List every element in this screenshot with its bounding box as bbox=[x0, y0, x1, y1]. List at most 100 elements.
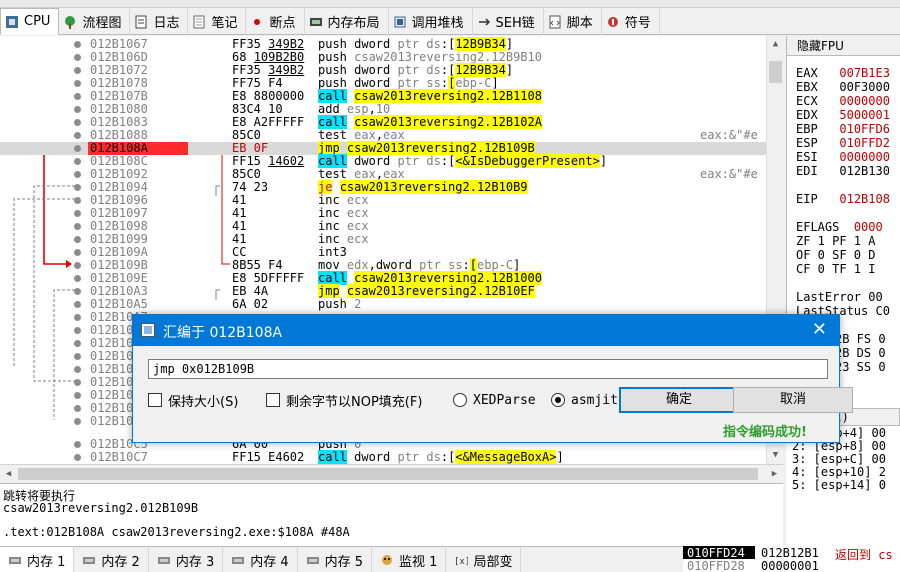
breakpoint-dot[interactable] bbox=[74, 67, 81, 74]
breakpoint-dot[interactable] bbox=[74, 210, 81, 217]
tab-watch-1[interactable]: 监视 1 bbox=[372, 547, 447, 572]
reg-eip[interactable]: EIP 012B108 bbox=[796, 192, 890, 206]
stack-dump-panel[interactable]: 010FFD24 010FFD28 012B12B1 00000001 返回到 … bbox=[683, 546, 900, 572]
last-error[interactable]: LastError 00 bbox=[796, 290, 883, 304]
breakpoint-dot[interactable] bbox=[74, 262, 81, 269]
checkbox-box[interactable] bbox=[148, 393, 162, 407]
breakpoint-dot[interactable] bbox=[74, 223, 81, 230]
tab-graph[interactable]: 流程图 bbox=[59, 8, 131, 35]
tab-label: 符号 bbox=[624, 16, 651, 31]
info-section: .text:012B108A csaw2013reversing2.exe:$1… bbox=[3, 525, 350, 539]
segment-row[interactable]: 2B FS 0 bbox=[835, 332, 886, 346]
memory-icon bbox=[306, 553, 320, 567]
breakpoint-dot[interactable] bbox=[74, 301, 81, 308]
breakpoint-dot[interactable] bbox=[74, 288, 81, 295]
breakpoint-dot[interactable] bbox=[74, 314, 81, 321]
segment-row[interactable]: 23 SS 0 bbox=[835, 360, 886, 374]
reg-eflags[interactable]: EFLAGS 0000 bbox=[796, 220, 883, 234]
reg-edi[interactable]: EDI 012B130 bbox=[796, 164, 890, 178]
flags-row[interactable]: OF 0 SF 0 D bbox=[796, 248, 875, 262]
radio-circle[interactable] bbox=[551, 393, 565, 407]
tab-callstack[interactable]: 调用堆栈 bbox=[389, 8, 473, 35]
breakpoint-dot[interactable] bbox=[74, 418, 81, 425]
breakpoint-dot[interactable] bbox=[74, 454, 81, 461]
reg-edx[interactable]: EDX 5000001 bbox=[796, 108, 890, 122]
segment-row[interactable]: 2B DS 0 bbox=[835, 346, 886, 360]
breakpoint-dot[interactable] bbox=[74, 392, 81, 399]
breakpoint-dot[interactable] bbox=[74, 441, 81, 448]
info-panel: 跳转将要执行 csaw2013reversing2.012B109B .text… bbox=[0, 483, 783, 546]
main-tab-bar: CPU 流程图 日志 笔记 断点 内存布局 调用堆栈 SEH链 脚本 符号 bbox=[0, 8, 900, 35]
breakpoint-dot[interactable] bbox=[74, 405, 81, 412]
breakpoint-dot[interactable] bbox=[74, 197, 81, 204]
stack-arg[interactable]: 5: [esp+14] 0 bbox=[792, 478, 886, 492]
breakpoint-dot[interactable] bbox=[74, 353, 81, 360]
breakpoint-dot[interactable] bbox=[74, 41, 81, 48]
breakpoint-dot[interactable] bbox=[74, 275, 81, 282]
asmjit-radio[interactable]: asmjit bbox=[551, 391, 618, 409]
reg-eax[interactable]: EAX 007B1E3 bbox=[796, 66, 890, 80]
breakpoint-dot[interactable] bbox=[74, 54, 81, 61]
cancel-button[interactable]: 取消 bbox=[733, 387, 853, 413]
breakpoint-dot[interactable] bbox=[74, 106, 81, 113]
seh-icon bbox=[477, 15, 491, 29]
breakpoint-dot[interactable] bbox=[74, 119, 81, 126]
breakpoint-dot[interactable] bbox=[74, 340, 81, 347]
scroll-up-icon[interactable]: ▲ bbox=[767, 36, 783, 53]
breakpoint-dot[interactable] bbox=[74, 145, 81, 152]
tab-cpu[interactable]: CPU bbox=[0, 8, 60, 35]
scroll-left-icon[interactable]: ◀ bbox=[0, 465, 17, 483]
fill-nop-checkbox[interactable]: 剩余字节以NOP填充(F) bbox=[266, 391, 422, 410]
keep-size-checkbox[interactable]: 保持大小(S) bbox=[148, 391, 238, 410]
tab-locals[interactable]: [x] 局部变 bbox=[446, 547, 522, 572]
stack-arg[interactable]: 4: [esp+10] 2 bbox=[792, 465, 886, 479]
tab-notes[interactable]: 笔记 bbox=[188, 8, 247, 35]
breakpoint-dot[interactable] bbox=[74, 327, 81, 334]
tab-dump-4[interactable]: 内存 4 bbox=[223, 547, 298, 572]
xedparse-radio[interactable]: XEDParse bbox=[453, 391, 536, 409]
flags-row[interactable]: ZF 1 PF 1 A bbox=[796, 234, 875, 248]
disasm-row[interactable]: 012B10C7 FF15 E4602 call dword ptr ds:[<&M… bbox=[0, 450, 766, 464]
tab-dump-5[interactable]: 内存 5 bbox=[298, 547, 373, 572]
scroll-right-icon[interactable]: ▶ bbox=[766, 465, 783, 483]
disasm-hscrollbar[interactable]: ◀ ▶ bbox=[0, 464, 783, 483]
breakpoint-dot[interactable] bbox=[74, 184, 81, 191]
tab-script[interactable]: 脚本 bbox=[544, 8, 602, 35]
tab-log[interactable]: 日志 bbox=[130, 8, 189, 35]
breakpoint-dot[interactable] bbox=[74, 366, 81, 373]
stack-arg[interactable]: 3: [esp+C] 00 bbox=[792, 452, 886, 466]
reg-ebx[interactable]: EBX 00F3000 bbox=[796, 80, 890, 94]
reg-ecx[interactable]: ECX 0000000 bbox=[796, 94, 890, 108]
scroll-down-icon[interactable]: ▼ bbox=[767, 447, 783, 464]
breakpoint-dot[interactable] bbox=[74, 249, 81, 256]
scroll-thumb[interactable] bbox=[769, 61, 782, 83]
assembly-input[interactable]: jmp 0x012B109B bbox=[148, 359, 828, 379]
tab-dump-2[interactable]: 内存 2 bbox=[74, 547, 149, 572]
tab-label: 内存布局 bbox=[327, 16, 380, 31]
hscroll-thumb[interactable] bbox=[18, 468, 758, 480]
ok-button[interactable]: 确定 bbox=[619, 387, 739, 413]
tab-label: 局部变 bbox=[473, 554, 513, 570]
radio-circle[interactable] bbox=[453, 393, 467, 407]
breakpoint-dot[interactable] bbox=[74, 132, 81, 139]
tab-breakpoints[interactable]: 断点 bbox=[246, 8, 305, 35]
dialog-title-bar[interactable]: 汇编于 012B108A ✕ bbox=[133, 315, 839, 346]
reg-esp[interactable]: ESP 010FFD2 bbox=[796, 136, 890, 150]
tab-dump-1[interactable]: 内存 1 bbox=[0, 547, 75, 572]
hide-fpu-button[interactable]: 隐藏FPU bbox=[787, 36, 900, 56]
breakpoint-dot[interactable] bbox=[74, 93, 81, 100]
tab-symbols[interactable]: 符号 bbox=[602, 8, 660, 35]
breakpoint-dot[interactable] bbox=[74, 236, 81, 243]
breakpoint-dot[interactable] bbox=[74, 80, 81, 87]
flags-row[interactable]: CF 0 TF 1 I bbox=[796, 262, 875, 276]
breakpoint-dot[interactable] bbox=[74, 379, 81, 386]
breakpoint-dot[interactable] bbox=[74, 171, 81, 178]
breakpoint-dot[interactable] bbox=[74, 158, 81, 165]
reg-esi[interactable]: ESI 0000000 bbox=[796, 150, 890, 164]
reg-ebp[interactable]: EBP 010FFD6 bbox=[796, 122, 890, 136]
close-icon[interactable]: ✕ bbox=[812, 319, 827, 340]
tab-dump-3[interactable]: 内存 3 bbox=[149, 547, 224, 572]
tab-seh[interactable]: SEH链 bbox=[473, 8, 544, 35]
checkbox-box[interactable] bbox=[266, 393, 280, 407]
tab-memory-map[interactable]: 内存布局 bbox=[305, 8, 389, 35]
